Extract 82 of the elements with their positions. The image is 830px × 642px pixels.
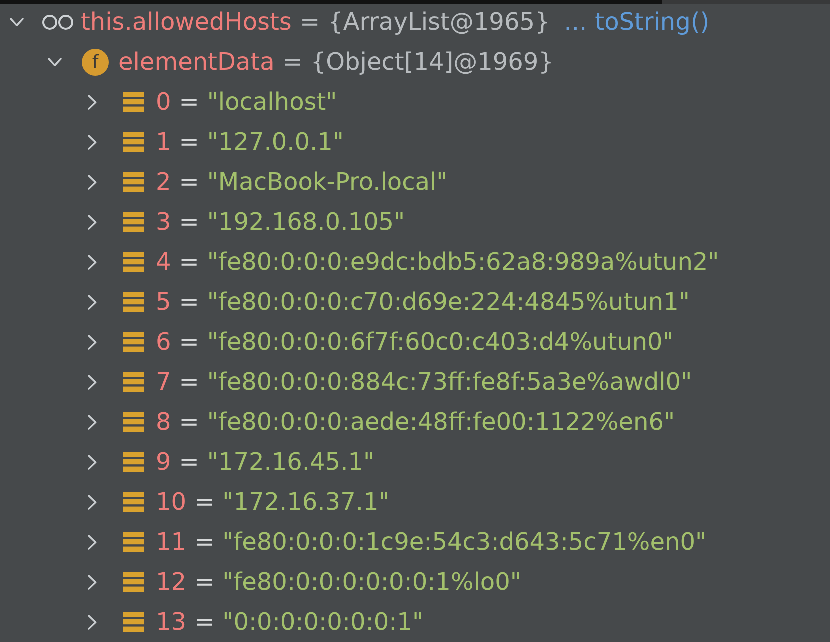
chevron-right-icon[interactable]: [88, 254, 96, 270]
variable-value: {Object[14]@1969}: [310, 48, 554, 76]
element-index: 6: [156, 328, 172, 356]
stacked-bars-icon: [122, 372, 144, 392]
stacked-bars-icon: [122, 572, 144, 592]
stacked-bars-icon: [122, 292, 144, 312]
stacked-bars-icon: [122, 252, 144, 272]
stacked-bars-icon: [122, 532, 144, 552]
equals-sign: =: [179, 288, 200, 316]
field-badge: f: [82, 48, 109, 76]
element-index: 4: [156, 248, 172, 276]
equals-sign: =: [300, 8, 320, 36]
equals-sign: =: [179, 328, 200, 356]
chevron-right-icon[interactable]: [88, 574, 96, 590]
equals-sign: =: [194, 568, 215, 596]
equals-sign: =: [179, 448, 200, 476]
equals-sign: =: [179, 208, 200, 236]
chevron-right-icon[interactable]: [88, 534, 96, 550]
equals-sign: =: [179, 168, 200, 196]
variable-value: "localhost": [207, 88, 338, 116]
stacked-bars-icon: [122, 92, 144, 112]
variable-value: "fe80:0:0:0:c70:d69e:224:4845%utun1": [207, 288, 690, 316]
variable-value: "172.16.37.1": [222, 488, 390, 516]
stacked-bars-icon: [122, 492, 144, 512]
element-index: 1: [156, 128, 172, 156]
to-string-link[interactable]: toString(): [595, 8, 710, 36]
chevron-right-icon[interactable]: [88, 334, 96, 350]
stacked-bars-icon: [122, 132, 144, 152]
equals-sign: =: [282, 48, 303, 76]
glasses-icon: [42, 14, 74, 30]
equals-sign: =: [179, 128, 200, 156]
variable-value: "fe80:0:0:0:1c9e:54c3:d643:5c71%en0": [222, 528, 706, 556]
element-index: 9: [156, 448, 172, 476]
variable-value: "fe80:0:0:0:e9dc:bdb5:62a8:989a%utun2": [207, 248, 720, 276]
equals-sign: =: [194, 488, 215, 516]
ellipsis: ...: [564, 8, 588, 36]
chevron-down-icon[interactable]: [48, 58, 62, 66]
chevron-right-icon[interactable]: [88, 454, 96, 470]
variable-value: "172.16.45.1": [207, 448, 375, 476]
element-index: 13: [156, 608, 187, 636]
variable-value: "fe80:0:0:0:6f7f:60c0:c403:d4%utun0": [207, 328, 674, 356]
equals-sign: =: [179, 368, 200, 396]
stacked-bars-icon: [122, 172, 144, 192]
chevron-right-icon[interactable]: [88, 94, 96, 110]
variable-value: "fe80:0:0:0:0:0:0:1%lo0": [222, 568, 522, 596]
stacked-bars-icon: [122, 332, 144, 352]
variable-name: this.allowedHosts: [81, 8, 292, 36]
chevron-down-icon[interactable]: [10, 18, 24, 26]
chevron-right-icon[interactable]: [88, 374, 96, 390]
element-index: 5: [156, 288, 172, 316]
element-index: 12: [156, 568, 187, 596]
variable-value: "192.168.0.105": [207, 208, 406, 236]
element-index: 3: [156, 208, 172, 236]
chevron-right-icon[interactable]: [88, 214, 96, 230]
variable-value: "0:0:0:0:0:0:0:1": [222, 608, 424, 636]
variable-value: "fe80:0:0:0:884c:73ff:fe8f:5a3e%awdl0": [207, 368, 692, 396]
chevron-right-icon[interactable]: [88, 614, 96, 630]
stacked-bars-icon: [122, 612, 144, 632]
chevron-right-icon[interactable]: [88, 134, 96, 150]
chevron-right-icon[interactable]: [88, 494, 96, 510]
variable-value: "127.0.0.1": [207, 128, 344, 156]
element-index: 8: [156, 408, 172, 436]
element-index: 0: [156, 88, 172, 116]
element-index: 10: [156, 488, 187, 516]
equals-sign: =: [194, 528, 215, 556]
element-index: 11: [156, 528, 187, 556]
chevron-right-icon[interactable]: [88, 174, 96, 190]
variable-value: "fe80:0:0:0:aede:48ff:fe00:1122%en6": [207, 408, 676, 436]
stacked-bars-icon: [122, 412, 144, 432]
equals-sign: =: [179, 408, 200, 436]
element-index: 2: [156, 168, 172, 196]
field-name: elementData: [118, 48, 275, 76]
equals-sign: =: [194, 608, 215, 636]
stacked-bars-icon: [122, 452, 144, 472]
equals-sign: =: [179, 248, 200, 276]
variable-value: "MacBook-Pro.local": [207, 168, 448, 196]
stacked-bars-icon: [122, 212, 144, 232]
element-index: 7: [156, 368, 172, 396]
chevron-right-icon[interactable]: [88, 414, 96, 430]
chevron-right-icon[interactable]: [88, 294, 96, 310]
variable-value: {ArrayList@1965}: [328, 8, 550, 36]
equals-sign: =: [179, 88, 200, 116]
